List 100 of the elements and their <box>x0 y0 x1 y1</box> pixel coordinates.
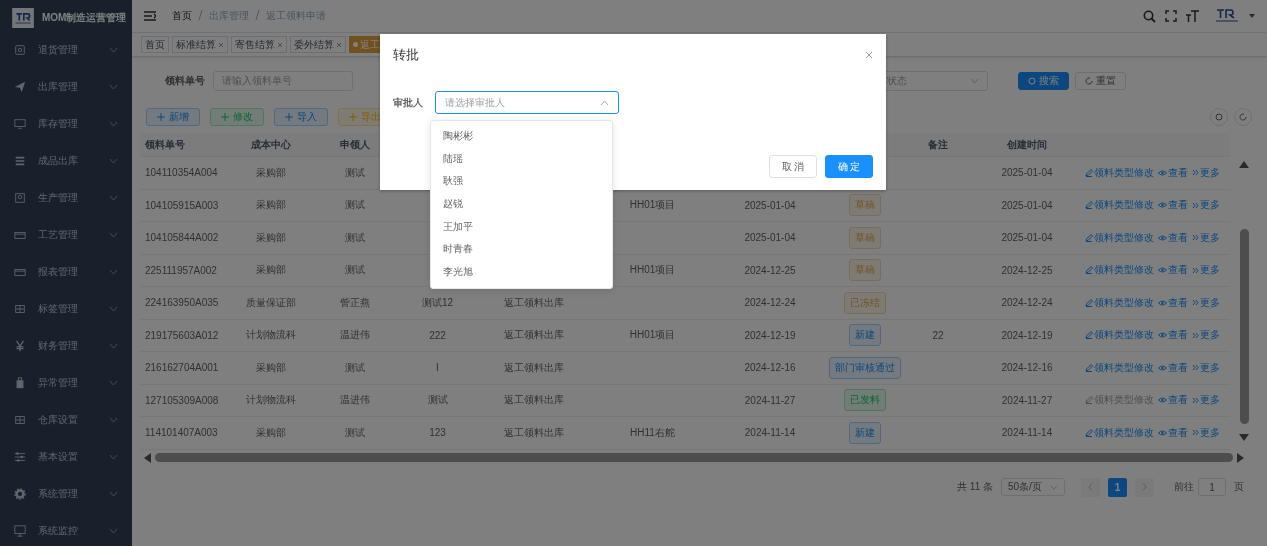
view-link[interactable]: 查看 <box>1158 263 1188 278</box>
table-cell: 2024-12-24 <box>744 297 796 309</box>
edit-type-link[interactable]: 领料类型修改 <box>1085 425 1154 440</box>
view-link[interactable]: 查看 <box>1158 230 1188 245</box>
arrow-right-icon[interactable] <box>1237 452 1244 463</box>
dialog-title: 转批 <box>393 46 419 64</box>
field-label: 审批人 <box>393 95 423 110</box>
total-count: 共 11 条 <box>957 480 993 494</box>
arrow-down-icon[interactable] <box>1239 434 1249 441</box>
table-cell: 2025-01-04 <box>1001 232 1053 244</box>
menu-icon[interactable] <box>144 11 156 21</box>
more-link[interactable]: 更多 <box>1192 295 1220 310</box>
avatar-logo-icon[interactable] <box>1214 8 1240 24</box>
double-chevron-icon <box>1192 266 1199 274</box>
page-tab[interactable]: 委外结算 <box>290 36 346 53</box>
pencil-icon <box>1085 428 1093 437</box>
view-link[interactable]: 查看 <box>1158 393 1188 408</box>
dropdown-option[interactable]: 陶彬彬 <box>431 125 612 148</box>
table-cell: 返工领料出库 <box>503 426 564 438</box>
more-link[interactable]: 更多 <box>1192 360 1220 375</box>
vertical-scrollbar[interactable] <box>1237 161 1251 441</box>
confirm-button[interactable]: 确 定 <box>825 155 873 178</box>
view-link[interactable]: 查看 <box>1158 198 1188 213</box>
eye-icon <box>1158 364 1167 371</box>
edit-type-link[interactable]: 领料类型修改 <box>1085 198 1154 213</box>
chevron-down-icon <box>109 268 118 275</box>
dropdown-option[interactable]: 耿强 <box>431 170 612 194</box>
more-link[interactable]: 更多 <box>1192 198 1220 213</box>
monitor-icon <box>14 117 26 130</box>
edit-type-link[interactable]: 领料类型修改 <box>1085 360 1154 375</box>
search-toggle-button[interactable] <box>1210 108 1228 126</box>
list-icon <box>14 154 26 167</box>
table-cell: 2024-12-25 <box>744 264 796 276</box>
table-cell: 2024-12-16 <box>1001 362 1053 374</box>
status-tag: 已发料 <box>844 389 886 412</box>
column-header: 创建时间 <box>1007 138 1047 150</box>
view-link[interactable]: 查看 <box>1158 425 1188 440</box>
arrow-up-icon[interactable] <box>1239 161 1249 168</box>
font-size-icon[interactable] <box>1186 10 1199 22</box>
search-button[interactable]: 搜索 <box>1018 72 1069 90</box>
close-icon[interactable] <box>336 41 342 48</box>
dropdown-option[interactable]: 王加平 <box>431 215 612 239</box>
eye-icon <box>1158 234 1167 241</box>
edit-type-link[interactable]: 领料类型修改 <box>1085 263 1154 278</box>
refresh-button[interactable] <box>1234 108 1252 126</box>
table-cell: 质量保证部 <box>246 296 296 308</box>
double-chevron-icon <box>1192 331 1199 339</box>
eye-icon <box>1158 267 1167 274</box>
edit-type-link[interactable]: 领料类型修改 <box>1085 230 1154 245</box>
edit-type-link[interactable]: 领料类型修改 <box>1085 295 1154 310</box>
dropdown-option[interactable]: 李光旭 <box>431 261 612 284</box>
view-link[interactable]: 查看 <box>1158 295 1188 310</box>
dropdown-option[interactable]: 陆瑶 <box>431 147 612 171</box>
page-tab[interactable]: 标准结算 <box>172 36 228 53</box>
more-link[interactable]: 更多 <box>1192 328 1220 343</box>
page-tab[interactable]: 首页 <box>141 36 169 53</box>
arrow-left-icon[interactable] <box>144 452 151 463</box>
app-title: MOM制造运营管理 <box>42 10 127 25</box>
more-link[interactable]: 更多 <box>1192 425 1220 440</box>
toolbar-button[interactable]: 修改 <box>210 108 264 126</box>
page-tab[interactable]: 寄售结算 <box>231 36 287 53</box>
caret-down-icon[interactable] <box>1249 14 1255 18</box>
document-icon <box>14 191 26 204</box>
edit-type-link[interactable]: 领料类型修改 <box>1085 328 1154 343</box>
close-icon[interactable] <box>277 41 283 48</box>
grid-icon <box>14 413 26 426</box>
chevron-down-icon <box>109 157 118 164</box>
page-size-select[interactable]: 50条/页 <box>1001 478 1065 496</box>
view-link[interactable]: 查看 <box>1158 360 1188 375</box>
more-link[interactable]: 更多 <box>1192 230 1220 245</box>
more-link[interactable]: 更多 <box>1192 165 1220 180</box>
close-icon[interactable] <box>865 51 873 59</box>
fullscreen-icon[interactable] <box>1165 10 1177 22</box>
pencil-icon <box>1085 298 1093 307</box>
pencil-icon <box>1085 363 1093 372</box>
edit-type-link[interactable]: 领料类型修改 <box>1085 165 1154 180</box>
breadcrumb-link[interactable]: 首页 <box>172 9 192 23</box>
reset-button[interactable]: 重置 <box>1075 72 1126 90</box>
more-link[interactable]: 更多 <box>1192 393 1220 408</box>
close-icon[interactable] <box>218 41 224 48</box>
more-link[interactable]: 更多 <box>1192 263 1220 278</box>
view-link[interactable]: 查看 <box>1158 328 1188 343</box>
pencil-icon <box>1085 331 1093 340</box>
toolbar-button[interactable]: 导入 <box>274 108 328 126</box>
grid-icon <box>14 302 26 315</box>
dropdown-option[interactable]: 赵锐 <box>431 193 612 216</box>
view-link[interactable]: 查看 <box>1158 165 1188 180</box>
table-cell: 2025-01-04 <box>1001 199 1053 211</box>
chevron-down-icon <box>109 120 118 127</box>
cancel-button[interactable]: 取 消 <box>769 155 817 178</box>
approver-select[interactable]: 请选择审批人 <box>435 91 619 114</box>
page-number[interactable]: 1 <box>1108 477 1127 497</box>
chevron-down-icon <box>1050 484 1058 490</box>
table-cell: 测试 <box>345 264 365 276</box>
goto-page-field[interactable]: 1 <box>1198 478 1226 496</box>
table-cell: 温进伟 <box>340 394 370 406</box>
dropdown-option[interactable]: 时青春 <box>431 238 612 262</box>
refresh-icon <box>1085 77 1093 85</box>
toolbar-button[interactable]: 新增 <box>146 108 200 126</box>
status-tag: 草稿 <box>849 226 881 249</box>
